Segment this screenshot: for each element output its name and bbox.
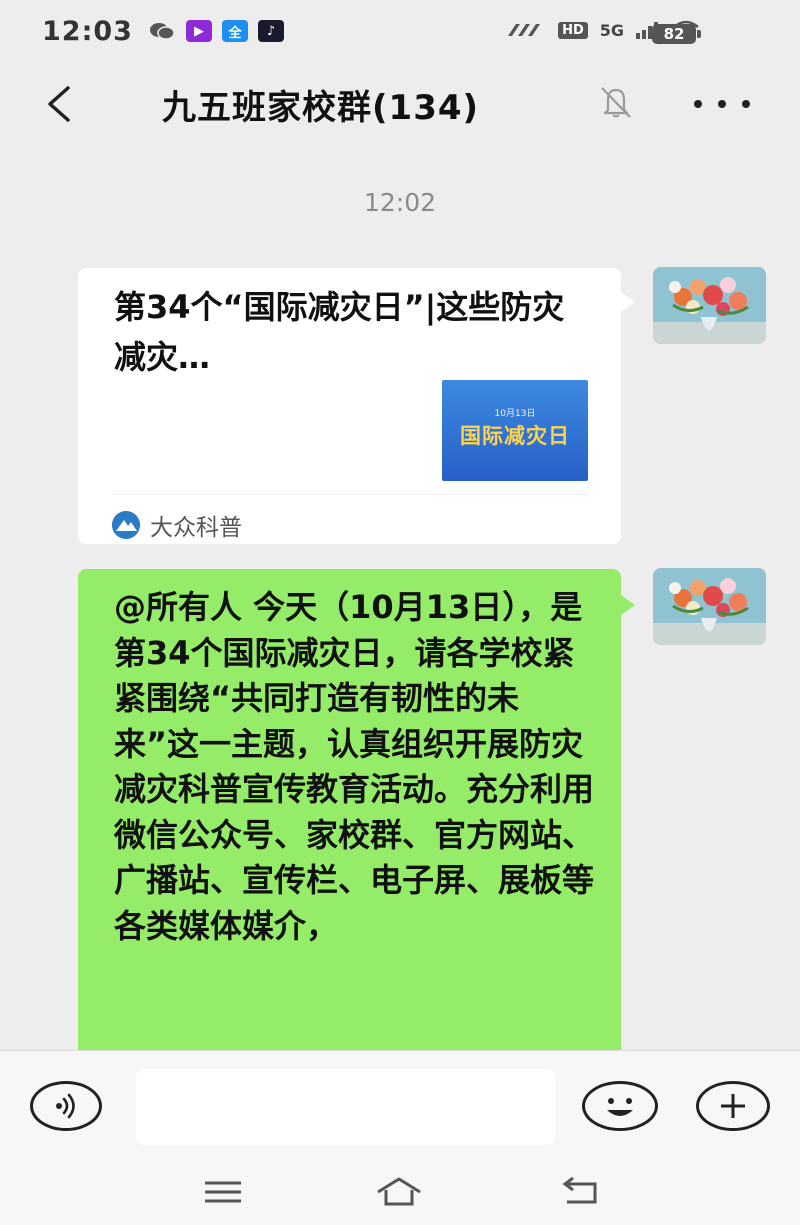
plus-icon <box>721 1094 745 1118</box>
douyin-icon: ♪ <box>258 20 284 42</box>
more-icon <box>694 100 702 108</box>
return-icon <box>562 1176 597 1204</box>
hd-badge: HD <box>558 21 588 39</box>
menu-button[interactable] <box>198 1172 248 1212</box>
card-divider <box>114 494 589 495</box>
source-name: 大众科普 <box>150 515 242 541</box>
avatar[interactable] <box>653 568 766 645</box>
system-nav-bar <box>0 1160 800 1225</box>
status-bar: 12:03 ▶ 全 ♪ HD 5G 82 <box>0 0 800 62</box>
return-button[interactable] <box>556 1172 606 1212</box>
emoji-button[interactable] <box>582 1081 658 1131</box>
mute-bell-icon <box>601 87 631 118</box>
menu-icon <box>205 1181 241 1203</box>
status-time: 12:03 <box>42 16 133 47</box>
avatar[interactable] <box>653 267 766 344</box>
home-button[interactable] <box>374 1172 424 1212</box>
voice-icon <box>56 1093 75 1119</box>
flower-bouquet-image <box>653 267 766 344</box>
article-thumbnail: 10月13日 国际减灾日 <box>442 380 588 481</box>
sent-message-bubble[interactable]: @所有人 今天（10月13日），是第34个国际减灾日，请各学校紧紧围绕“共同打造… <box>78 569 635 1129</box>
message-timestamp: 12:02 <box>363 188 437 217</box>
more-button[interactable] <box>694 86 750 122</box>
home-icon <box>377 1177 421 1206</box>
emoji-icon <box>607 1098 633 1116</box>
thumbnail-title: 国际减灾日 <box>460 424 570 448</box>
plus-button[interactable] <box>696 1081 770 1131</box>
message-input[interactable] <box>136 1069 555 1145</box>
input-bar <box>0 1050 800 1161</box>
network-type: 5G <box>599 20 624 40</box>
signal-bars-icon <box>508 24 541 36</box>
article-title: 第34个“国际减灾日”|这些防灾减灾… <box>114 288 565 376</box>
article-source: 大众科普 <box>112 508 242 542</box>
battery-indicator: 82 <box>652 24 701 44</box>
notification-icons: ▶ 全 ♪ <box>148 20 284 42</box>
back-icon <box>48 86 70 122</box>
chat-header: 九五班家校群(134) <box>0 62 800 144</box>
thumbnail-date: 10月13日 <box>494 409 536 419</box>
wechat-icon <box>150 23 175 40</box>
voice-button[interactable] <box>30 1081 102 1131</box>
flower-bouquet-image <box>653 568 766 645</box>
video-app-icon: ▶ <box>186 20 212 42</box>
article-card[interactable]: 第34个“国际减灾日”|这些防灾减灾… 10月13日 国际减灾日 大众科普 <box>78 268 635 544</box>
source-logo-icon <box>112 511 140 539</box>
quanmin-app-icon: 全 <box>222 20 248 42</box>
chat-title: 九五班家校群(134) <box>162 88 480 128</box>
back-button[interactable] <box>36 82 80 126</box>
message-text: @所有人 今天（10月13日），是第34个国际减灾日，请各学校紧紧围绕“共同打造… <box>114 588 595 945</box>
